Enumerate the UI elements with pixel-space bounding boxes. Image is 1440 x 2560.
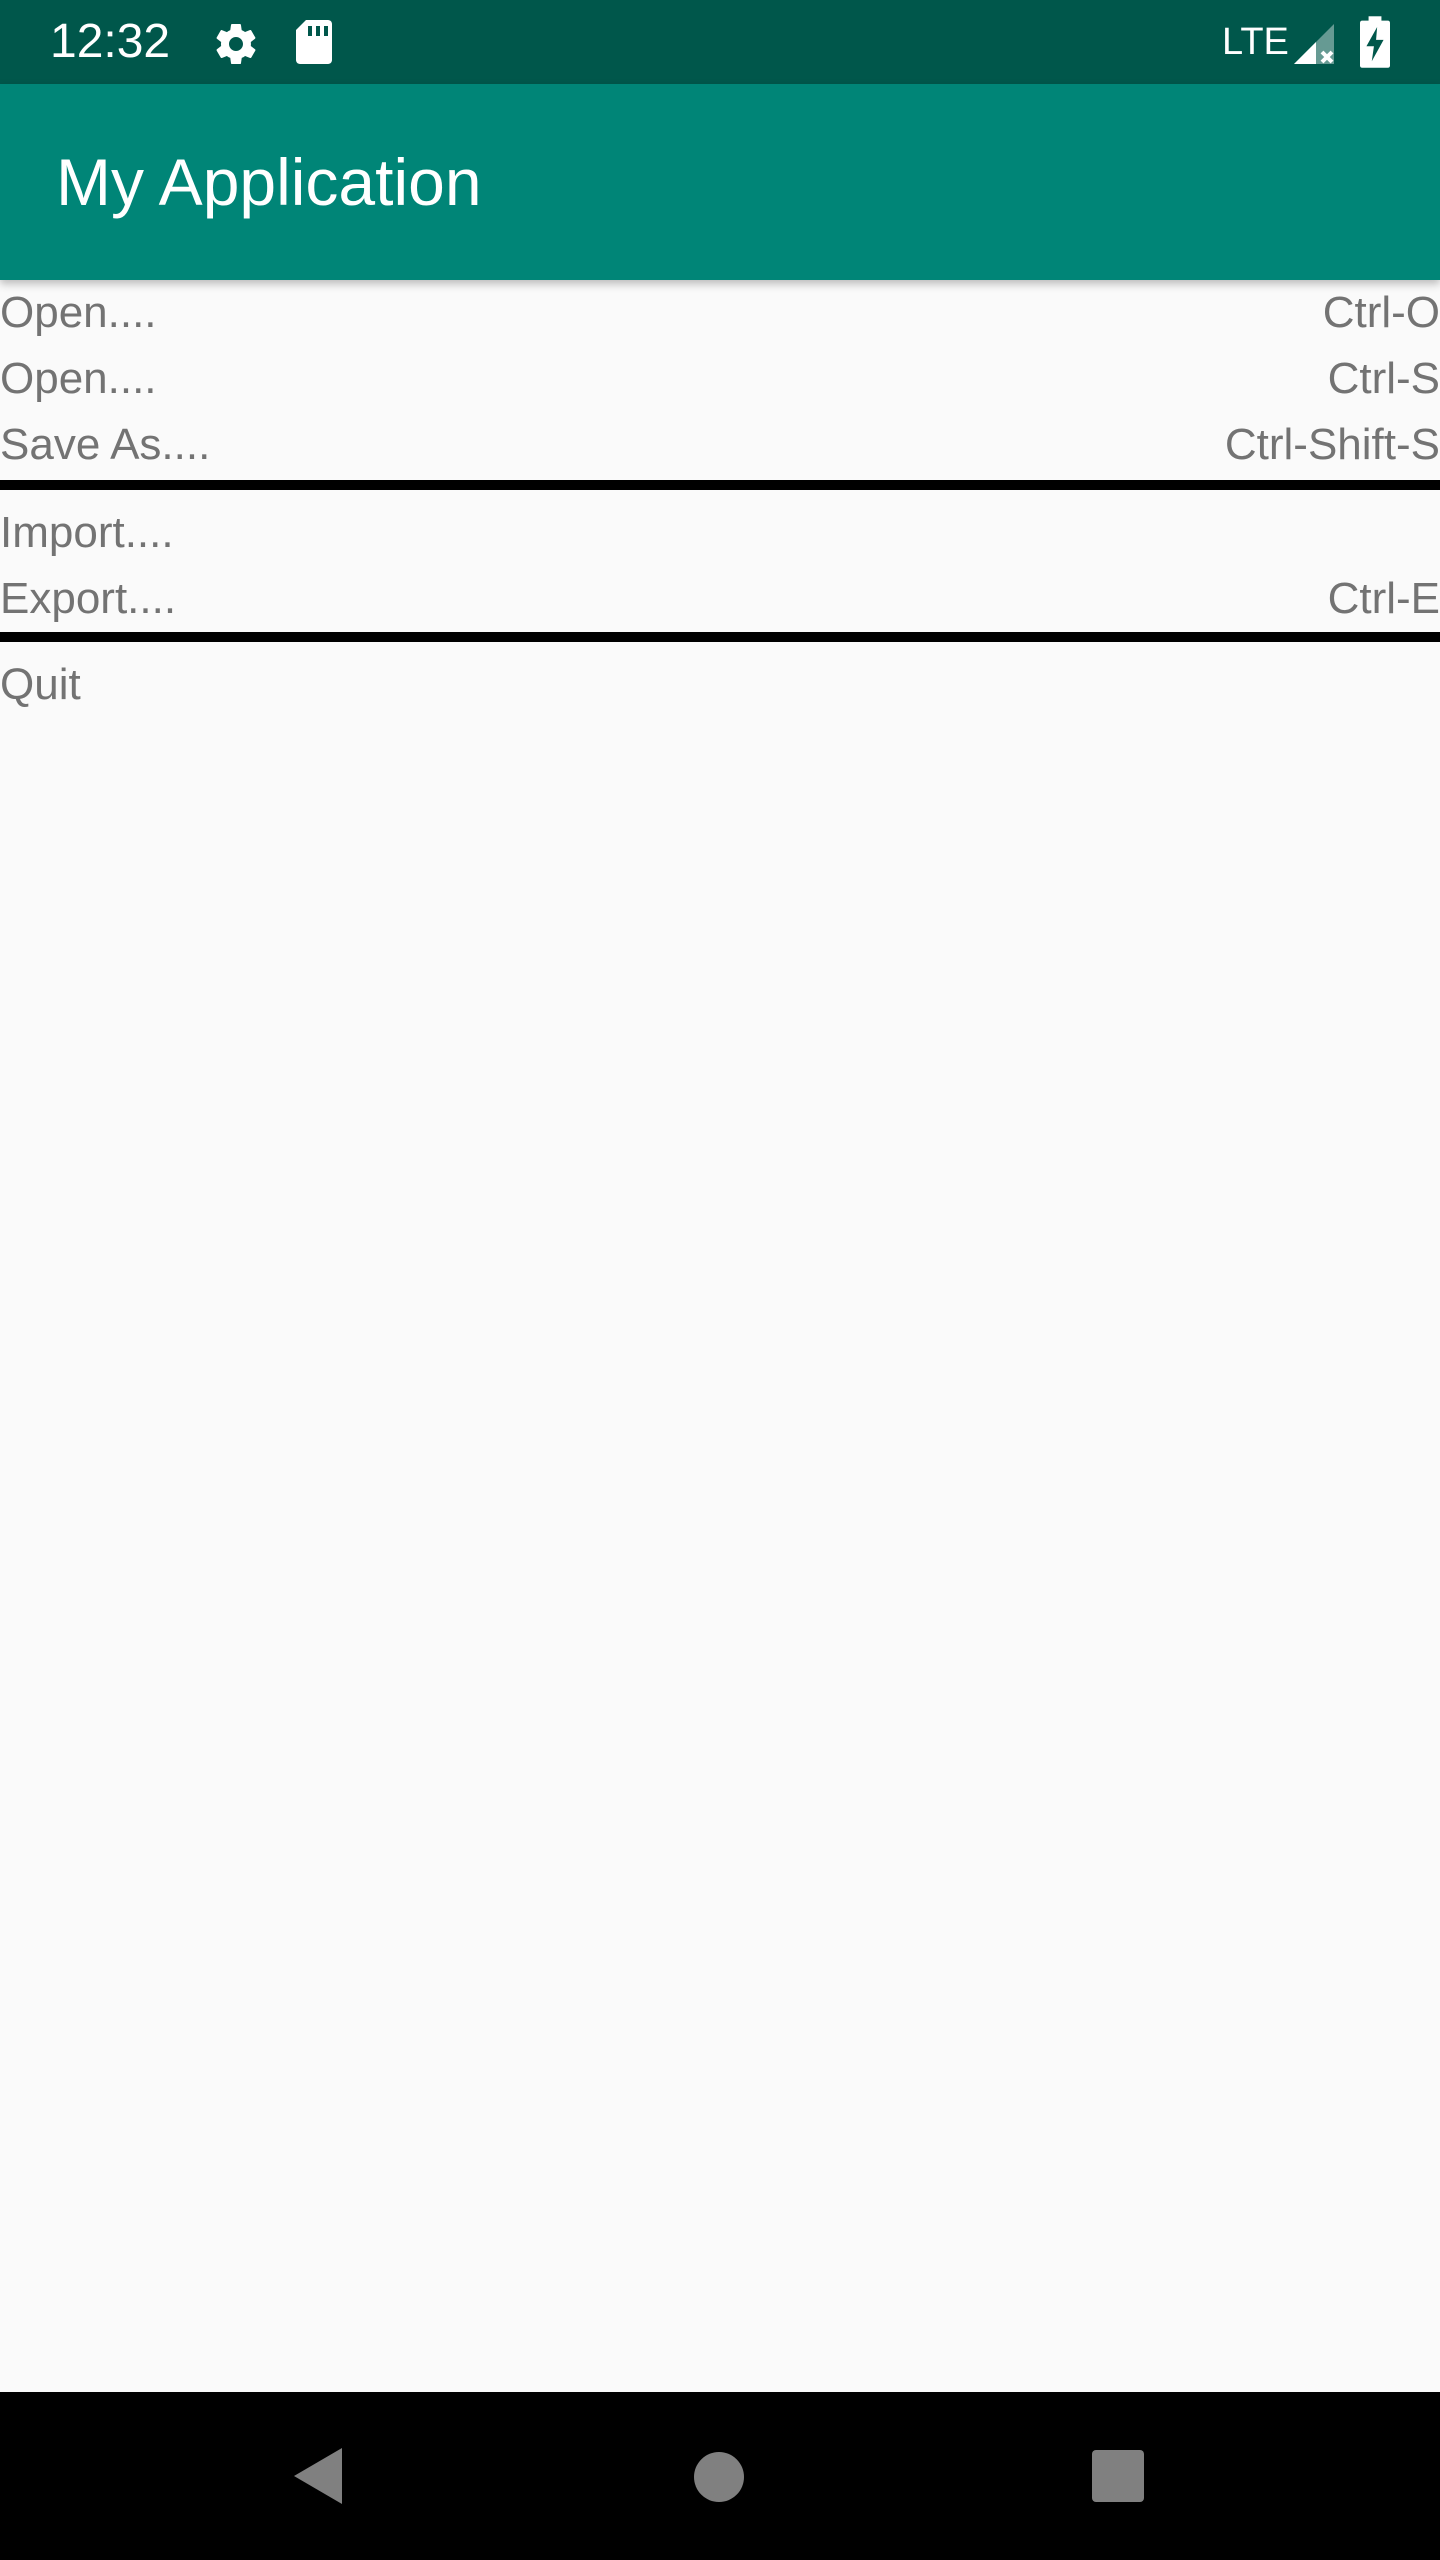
menu-item-label: Export.... xyxy=(0,574,177,623)
recents-icon[interactable] xyxy=(1092,2450,1144,2502)
menu-item-shortcut: Ctrl-S xyxy=(1327,354,1440,403)
network-type: LTE xyxy=(1222,21,1289,63)
menu-item-label: Quit xyxy=(0,660,81,709)
cell-signal-icon xyxy=(1294,24,1334,64)
menu-item-shortcut: Ctrl-E xyxy=(1327,574,1440,623)
menu-item-label: Open.... xyxy=(0,354,157,403)
menu-item-shortcut: Ctrl-Shift-S xyxy=(1224,420,1440,469)
sd-card-icon xyxy=(296,20,332,64)
menu-item-save-as[interactable]: Save As.... Ctrl-Shift-S xyxy=(0,412,1440,478)
menu-item-quit[interactable]: Quit xyxy=(0,652,1440,718)
menu-item-label: Import.... xyxy=(0,508,174,557)
status-bar: 12:32 LTE xyxy=(0,0,1440,84)
menu-item-import[interactable]: Import.... xyxy=(0,500,1440,566)
menu-item-export[interactable]: Export.... Ctrl-E xyxy=(0,566,1440,632)
menu-item-shortcut: Ctrl-O xyxy=(1322,288,1440,337)
menu-item-open-2[interactable]: Open.... Ctrl-S xyxy=(0,346,1440,412)
menu-item-open[interactable]: Open.... Ctrl-O xyxy=(0,280,1440,346)
gear-icon xyxy=(216,24,256,65)
app-bar: My Application xyxy=(0,84,1440,280)
menu-divider xyxy=(0,632,1440,642)
menu-divider xyxy=(0,480,1440,490)
status-time: 12:32 xyxy=(50,15,171,68)
menu-item-label: Save As.... xyxy=(0,420,211,469)
menu-item-label: Open.... xyxy=(0,288,157,337)
menu-list: Open.... Ctrl-O Open.... Ctrl-S Save As.… xyxy=(0,280,1440,718)
app-title: My Application xyxy=(56,145,482,219)
home-icon[interactable] xyxy=(694,2452,744,2502)
back-icon[interactable] xyxy=(290,2446,346,2506)
navigation-bar xyxy=(0,2392,1440,2560)
battery-charging-icon xyxy=(1360,16,1390,68)
